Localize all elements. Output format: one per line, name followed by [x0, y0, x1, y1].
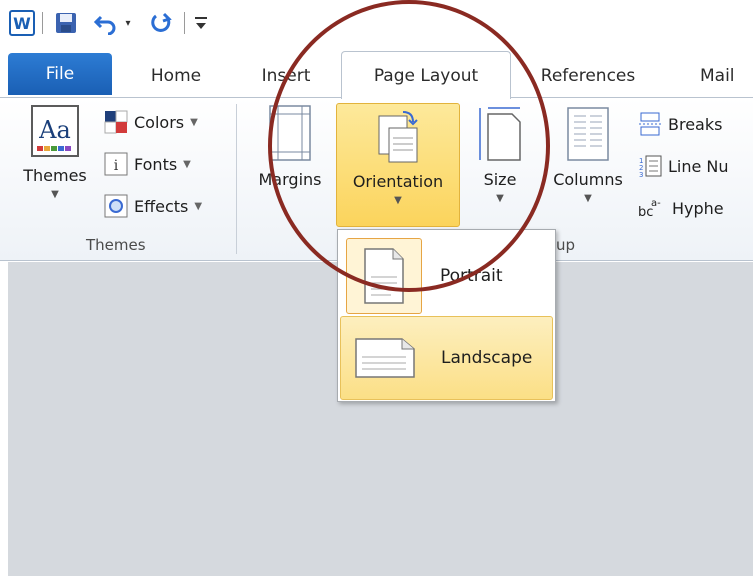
orientation-icon	[378, 111, 418, 163]
tab-insert[interactable]: Insert	[240, 54, 332, 98]
menu-item-label: Portrait	[440, 266, 503, 286]
effects-label: Effects	[134, 196, 189, 216]
menu-item-landscape[interactable]: Landscape	[340, 316, 553, 400]
hyphenation-button[interactable]: bc a- Hyphe	[638, 192, 724, 224]
line-numbers-button[interactable]: 123 Line Nu	[638, 150, 729, 182]
svg-text:3: 3	[639, 171, 643, 178]
svg-text:W: W	[13, 14, 31, 33]
orientation-label: Orientation	[352, 172, 444, 191]
customize-qat-icon[interactable]	[192, 10, 210, 36]
redo-icon[interactable]	[148, 10, 176, 36]
line-numbers-icon: 123	[638, 154, 662, 179]
tab-page-layout[interactable]: Page Layout	[341, 51, 511, 99]
chevron-down-icon: ▼	[190, 116, 198, 128]
tab-home[interactable]: Home	[128, 54, 224, 98]
chevron-down-icon: ▼	[496, 193, 504, 204]
breaks-label: Breaks	[668, 114, 723, 134]
margins-label: Margins	[258, 170, 322, 189]
columns-button[interactable]: Columns ▼	[546, 104, 630, 204]
effects-button[interactable]: Effects ▼	[104, 190, 202, 222]
chevron-down-icon: ▼	[51, 189, 59, 200]
chevron-down-icon: ▼	[183, 158, 191, 170]
tab-mailings[interactable]: Mail	[664, 54, 753, 98]
columns-label: Columns	[553, 170, 623, 189]
themes-button[interactable]: Aa Themes ▼	[14, 104, 96, 200]
menu-item-label: Landscape	[441, 348, 533, 368]
breaks-icon	[638, 112, 662, 136]
breaks-button[interactable]: Breaks	[638, 108, 722, 140]
tab-file[interactable]: File	[8, 53, 112, 95]
margins-icon	[269, 105, 311, 161]
size-icon	[479, 107, 521, 161]
themes-icon: Aa	[31, 105, 79, 157]
columns-icon	[567, 107, 609, 161]
save-icon[interactable]	[52, 10, 80, 36]
chevron-down-icon: ▼	[394, 195, 402, 206]
colors-label: Colors	[134, 112, 185, 132]
qat-separator	[184, 12, 185, 34]
quick-access-toolbar: W ▾	[0, 0, 753, 50]
orientation-dropdown-menu: Portrait Landscape	[337, 229, 556, 402]
svg-text:i: i	[114, 158, 119, 174]
undo-dropdown-icon[interactable]: ▾	[122, 10, 134, 36]
effects-icon	[104, 194, 128, 218]
menu-item-portrait[interactable]: Portrait	[340, 234, 553, 318]
fonts-icon: i	[104, 152, 128, 176]
margins-button[interactable]: Margins	[248, 104, 332, 189]
qat-separator	[42, 12, 43, 34]
orientation-button[interactable]: Orientation ▼	[336, 103, 460, 227]
chevron-down-icon: ▼	[194, 200, 203, 212]
line-numbers-label: Line Nu	[668, 156, 729, 176]
colors-button[interactable]: Colors ▼	[104, 106, 198, 138]
ribbon-tab-strip: File Home Insert Page Layout References …	[0, 50, 753, 99]
page-setup-group-label: up	[556, 236, 576, 254]
tab-references[interactable]: References	[524, 54, 652, 98]
hyphenation-label: Hyphe	[672, 198, 724, 218]
svg-text:Aa: Aa	[38, 116, 71, 144]
fonts-label: Fonts	[134, 154, 178, 174]
chevron-down-icon: ▼	[584, 193, 592, 204]
themes-label: Themes	[23, 166, 87, 185]
size-button[interactable]: Size ▼	[470, 104, 530, 204]
landscape-page-icon	[347, 320, 423, 396]
fonts-button[interactable]: i Fonts ▼	[104, 148, 191, 180]
word-icon: W	[8, 10, 36, 36]
themes-group-label: Themes	[86, 236, 146, 254]
group-separator	[236, 104, 237, 254]
undo-icon[interactable]	[92, 10, 120, 36]
portrait-page-icon	[346, 238, 422, 314]
colors-icon	[104, 110, 128, 134]
svg-text:a-: a-	[651, 198, 661, 209]
hyphenation-icon: bc a-	[638, 196, 666, 220]
size-label: Size	[483, 170, 517, 189]
